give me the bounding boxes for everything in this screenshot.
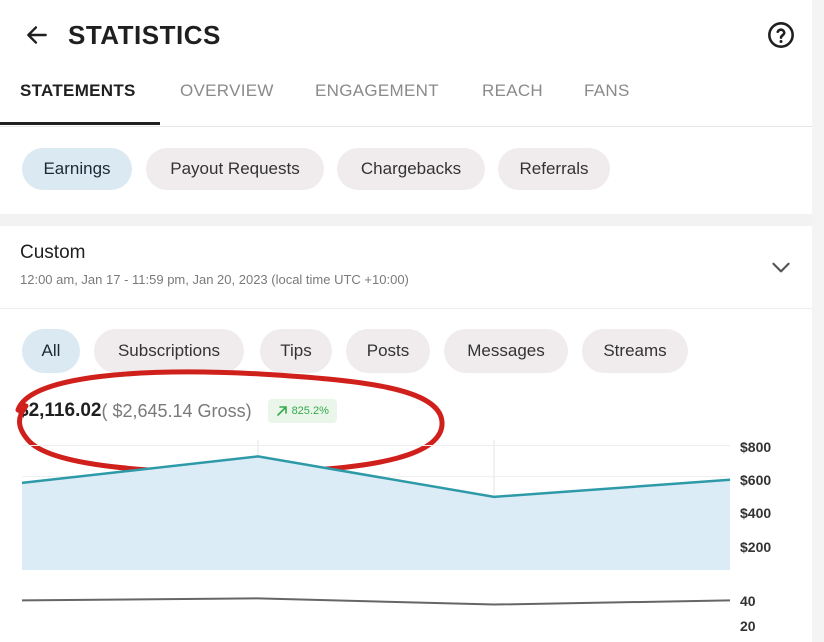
filter-posts[interactable]: Posts xyxy=(346,329,430,373)
range-subtitle: 12:00 am, Jan 17 - 11:59 pm, Jan 20, 202… xyxy=(20,272,409,287)
date-range-selector[interactable]: Custom 12:00 am, Jan 17 - 11:59 pm, Jan … xyxy=(0,226,812,309)
section-divider xyxy=(0,214,812,226)
tab-fans[interactable]: FANS xyxy=(584,70,630,126)
tab-engagement[interactable]: ENGAGEMENT xyxy=(315,70,439,126)
active-tab-indicator xyxy=(0,122,160,125)
y-tick-label: $400 xyxy=(740,505,772,521)
chip-payout-requests[interactable]: Payout Requests xyxy=(146,148,324,190)
filter-streams[interactable]: Streams xyxy=(582,329,688,373)
growth-value: 825.2% xyxy=(291,405,329,417)
tab-statements[interactable]: STATEMENTS xyxy=(20,70,136,126)
back-button[interactable] xyxy=(20,18,54,52)
statistics-tabs: STATEMENTS OVERVIEW ENGAGEMENT REACH FAN… xyxy=(0,70,812,127)
chevron-down-icon xyxy=(772,262,790,273)
y-tick-label: $800 xyxy=(740,439,772,455)
earnings-summary: $2,116.02 ( $2,645.14 Gross) 825.2% xyxy=(18,396,337,426)
chip-earnings[interactable]: Earnings xyxy=(22,148,132,190)
tab-reach[interactable]: REACH xyxy=(482,70,543,126)
chip-referrals[interactable]: Referrals xyxy=(498,148,610,190)
earnings-filter-chips: All Subscriptions Tips Posts Messages St… xyxy=(0,324,812,376)
page-title: STATISTICS xyxy=(68,20,221,50)
question-circle-icon xyxy=(768,22,794,48)
filter-tips[interactable]: Tips xyxy=(260,329,332,373)
filter-messages[interactable]: Messages xyxy=(444,329,568,373)
category-chips: Earnings Payout Requests Chargebacks Ref… xyxy=(0,128,812,210)
y-tick-label: 20 xyxy=(740,618,756,634)
net-earnings: $2,116.02 xyxy=(18,400,102,421)
app-header: STATISTICS xyxy=(0,0,812,70)
y-tick-label: 40 xyxy=(740,593,756,609)
statistics-page: STATISTICS STATEMENTS OVERVIEW ENGAGEMEN… xyxy=(0,0,812,642)
chip-chargebacks[interactable]: Chargebacks xyxy=(337,148,485,190)
filter-all[interactable]: All xyxy=(22,329,80,373)
y-tick-label: $600 xyxy=(740,472,772,488)
growth-badge: 825.2% xyxy=(267,399,337,423)
gross-earnings: ( $2,645.14 Gross) xyxy=(101,400,252,421)
range-title: Custom xyxy=(20,242,86,263)
help-button[interactable] xyxy=(764,18,798,52)
y-tick-label: $200 xyxy=(740,539,772,555)
arrow-left-icon xyxy=(27,26,47,44)
trend-up-arrow-icon xyxy=(276,406,287,416)
tab-overview[interactable]: OVERVIEW xyxy=(180,70,274,126)
secondary-series-line xyxy=(21,597,731,606)
earnings-chart xyxy=(21,440,731,606)
filter-subscriptions[interactable]: Subscriptions xyxy=(94,329,244,373)
earnings-area-fill xyxy=(22,456,730,570)
